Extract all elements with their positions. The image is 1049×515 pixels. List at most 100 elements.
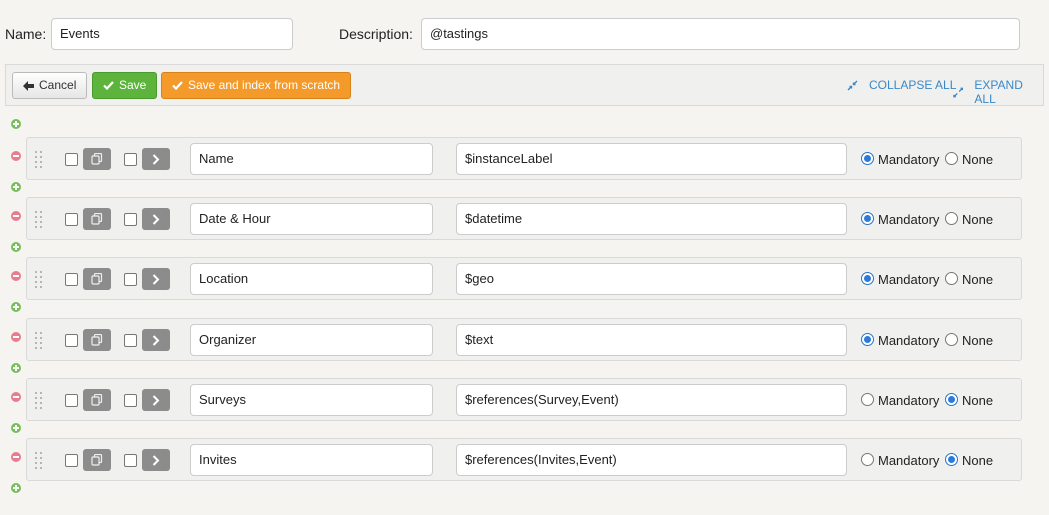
- description-input[interactable]: @tastings: [421, 18, 1020, 50]
- expand-row-button[interactable]: [142, 208, 170, 230]
- expand-row-button[interactable]: [142, 329, 170, 351]
- field-row: Invites $references(Invites,Event) Manda…: [26, 438, 1022, 481]
- field-checkbox[interactable]: [124, 273, 137, 286]
- cancel-label: Cancel: [39, 78, 77, 92]
- collapse-all-label: COLLAPSE ALL: [869, 78, 957, 92]
- field-checkbox[interactable]: [65, 273, 78, 286]
- expand-row-button[interactable]: [142, 389, 170, 411]
- save-label: Save: [119, 78, 147, 92]
- drag-handle-icon[interactable]: [35, 151, 43, 168]
- field-type-input[interactable]: $references(Survey,Event): [456, 384, 847, 416]
- none-radio[interactable]: [945, 152, 958, 165]
- field-checkbox[interactable]: [65, 334, 78, 347]
- expand-row-button[interactable]: [142, 449, 170, 471]
- none-radio[interactable]: [945, 272, 958, 285]
- field-row: Name $instanceLabel Mandatory None: [26, 137, 1022, 180]
- copy-icon: [91, 153, 103, 165]
- field-checkbox[interactable]: [124, 454, 137, 467]
- drag-handle-icon[interactable]: [35, 392, 43, 409]
- mandatory-label: Mandatory: [878, 393, 940, 408]
- copy-button[interactable]: [83, 449, 111, 471]
- field-type-input[interactable]: $references(Invites,Event): [456, 444, 847, 476]
- remove-field-icon[interactable]: [11, 151, 21, 161]
- field-type-input[interactable]: $datetime: [456, 203, 847, 235]
- add-field-icon[interactable]: [11, 423, 21, 433]
- add-field-icon[interactable]: [11, 119, 21, 129]
- copy-button[interactable]: [83, 389, 111, 411]
- field-name-input[interactable]: Surveys: [190, 384, 433, 416]
- check-icon: [103, 81, 114, 90]
- copy-button[interactable]: [83, 148, 111, 170]
- form-header: Name: Events Description: @tastings: [0, 0, 1049, 64]
- field-name-input[interactable]: Location: [190, 263, 433, 295]
- copy-button[interactable]: [83, 208, 111, 230]
- field-checkbox[interactable]: [124, 334, 137, 347]
- none-label: None: [962, 272, 994, 287]
- mandatory-radio[interactable]: [861, 453, 874, 466]
- remove-field-icon[interactable]: [11, 211, 21, 221]
- add-field-icon[interactable]: [11, 483, 21, 493]
- check-icon: [172, 81, 183, 90]
- add-field-icon[interactable]: [11, 302, 21, 312]
- save-button[interactable]: Save: [92, 72, 158, 99]
- expand-all-label: EXPAND ALL: [974, 78, 1023, 106]
- field-name-input[interactable]: Invites: [190, 444, 433, 476]
- chevron-right-icon: [152, 153, 160, 165]
- field-checkbox[interactable]: [65, 454, 78, 467]
- none-radio[interactable]: [945, 212, 958, 225]
- name-label: Name:: [5, 26, 47, 42]
- drag-handle-icon[interactable]: [35, 211, 43, 228]
- chevron-right-icon: [152, 334, 160, 346]
- field-type-input[interactable]: $instanceLabel: [456, 143, 847, 175]
- expand-row-button[interactable]: [142, 268, 170, 290]
- arrow-left-icon: [23, 80, 34, 91]
- drag-handle-icon[interactable]: [35, 452, 43, 469]
- field-checkbox[interactable]: [124, 213, 137, 226]
- field-name-input[interactable]: Organizer: [190, 324, 433, 356]
- collapse-icon: [847, 80, 858, 90]
- save-and-index-button[interactable]: Save and index from scratch: [161, 72, 352, 99]
- mandatory-radio[interactable]: [861, 393, 874, 406]
- mandatory-radio[interactable]: [861, 333, 874, 346]
- none-label: None: [962, 453, 994, 468]
- none-label: None: [962, 152, 994, 167]
- add-field-icon[interactable]: [11, 182, 21, 192]
- mandatory-radio[interactable]: [861, 272, 874, 285]
- toolbar: Cancel Save Save and index from scratch …: [5, 64, 1044, 106]
- name-input[interactable]: Events: [51, 18, 293, 50]
- remove-field-icon[interactable]: [11, 271, 21, 281]
- field-checkbox[interactable]: [124, 394, 137, 407]
- expand-all-link[interactable]: EXPAND ALL: [953, 78, 1043, 106]
- copy-icon: [91, 213, 103, 225]
- field-row: Surveys $references(Survey,Event) Mandat…: [26, 378, 1022, 421]
- add-field-icon[interactable]: [11, 363, 21, 373]
- mandatory-label: Mandatory: [878, 272, 940, 287]
- field-row: Date & Hour $datetime Mandatory None: [26, 197, 1022, 240]
- remove-field-icon[interactable]: [11, 452, 21, 462]
- field-checkbox[interactable]: [65, 153, 78, 166]
- add-field-icon[interactable]: [11, 242, 21, 252]
- field-checkbox[interactable]: [65, 394, 78, 407]
- expand-row-button[interactable]: [142, 148, 170, 170]
- copy-button[interactable]: [83, 329, 111, 351]
- mandatory-label: Mandatory: [878, 453, 940, 468]
- none-radio[interactable]: [945, 333, 958, 346]
- none-radio[interactable]: [945, 393, 958, 406]
- mandatory-radio[interactable]: [861, 152, 874, 165]
- field-checkbox[interactable]: [124, 153, 137, 166]
- remove-field-icon[interactable]: [11, 392, 21, 402]
- field-name-input[interactable]: Name: [190, 143, 433, 175]
- mandatory-radio[interactable]: [861, 212, 874, 225]
- field-name-input[interactable]: Date & Hour: [190, 203, 433, 235]
- collapse-all-link[interactable]: COLLAPSE ALL: [847, 78, 956, 92]
- copy-button[interactable]: [83, 268, 111, 290]
- cancel-button[interactable]: Cancel: [12, 72, 88, 99]
- remove-field-icon[interactable]: [11, 332, 21, 342]
- field-type-input[interactable]: $text: [456, 324, 847, 356]
- field-checkbox[interactable]: [65, 213, 78, 226]
- field-type-input[interactable]: $geo: [456, 263, 847, 295]
- drag-handle-icon[interactable]: [35, 332, 43, 349]
- drag-handle-icon[interactable]: [35, 271, 43, 288]
- mandatory-label: Mandatory: [878, 212, 940, 227]
- none-radio[interactable]: [945, 453, 958, 466]
